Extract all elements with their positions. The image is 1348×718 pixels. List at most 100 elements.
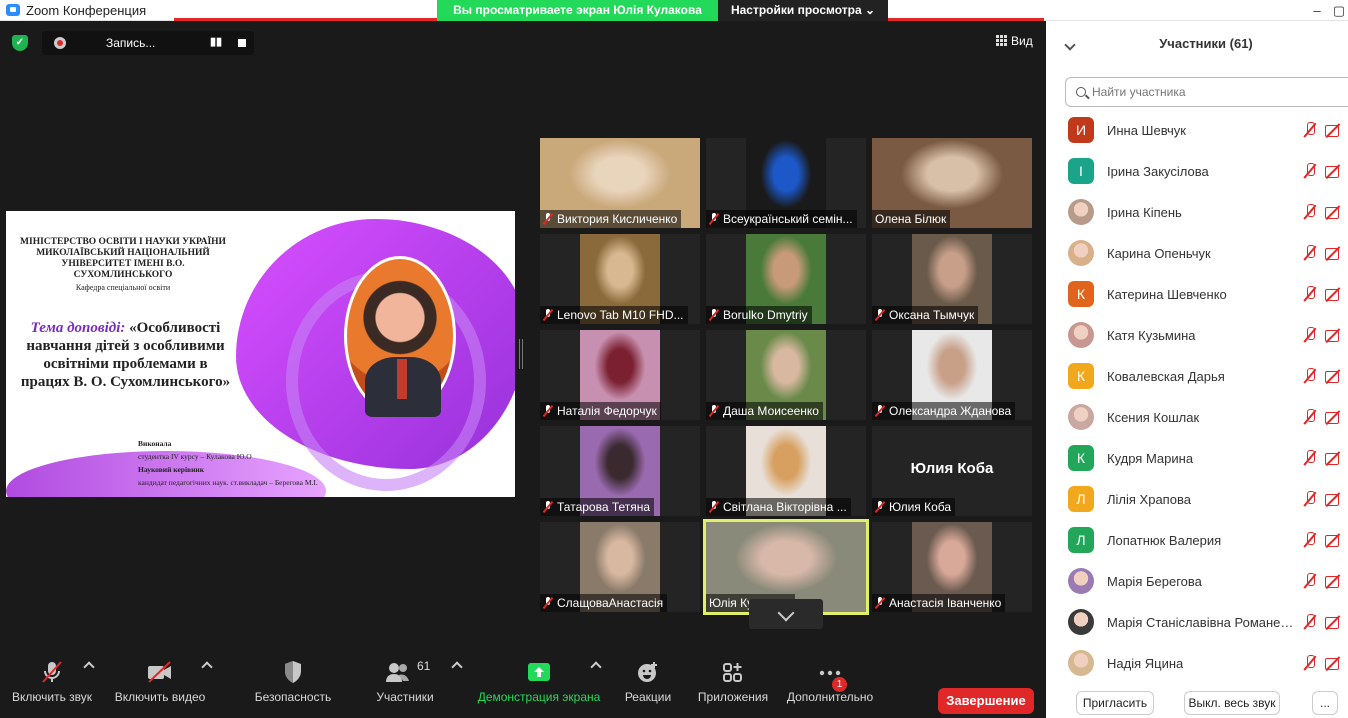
reactions-button[interactable]: Реакции: [620, 660, 676, 704]
participant-row[interactable]: Л Лілія Храпова: [1046, 484, 1348, 524]
mic-muted-icon: [1303, 532, 1317, 548]
mic-muted-icon: [875, 597, 885, 609]
participant-video-tile[interactable]: Олександра Жданова: [872, 330, 1032, 420]
participant-name-bar: Lenovo Tab M10 FHD...: [540, 306, 688, 324]
participant-name-placeholder: Юлия Коба: [910, 460, 994, 477]
view-button[interactable]: Вид: [996, 34, 1033, 48]
encryption-shield-icon[interactable]: ✓: [12, 35, 28, 51]
participant-name: Ксения Кошлак: [1107, 410, 1200, 425]
participant-video-tile[interactable]: Анастасія Іванченко: [872, 522, 1032, 612]
participant-row[interactable]: Л Лопатнюк Валерия: [1046, 525, 1348, 565]
participant-name-bar: Всеукраїнський семін...: [706, 210, 857, 228]
mic-muted-icon: [1303, 163, 1317, 179]
more-label: Дополнительно: [786, 690, 874, 704]
share-screen-button[interactable]: Демонстрация экрана: [472, 660, 606, 704]
share-screen-label: Демонстрация экрана: [477, 690, 601, 704]
split-handle[interactable]: [519, 339, 523, 369]
slide-topic: Тема доповіді: «Особливості навчання діт…: [18, 319, 233, 391]
zoom-logo-icon: [6, 4, 20, 16]
zoom-window: Zoom Конференция Вы просматриваете экран…: [0, 0, 1348, 718]
participant-row[interactable]: К Ковалевская Дарья: [1046, 361, 1348, 401]
start-video-button[interactable]: Включить видео: [112, 660, 208, 704]
camera-off-icon: [1325, 574, 1343, 588]
participant-video-tile[interactable]: Олена Білюк: [872, 138, 1032, 228]
participant-row[interactable]: І Ірина Закусілова: [1046, 156, 1348, 196]
security-button[interactable]: Безопасность: [250, 660, 336, 704]
mic-muted-icon: [709, 309, 719, 321]
view-label: Вид: [1011, 34, 1033, 48]
more-button[interactable]: Дополнительно: [784, 660, 876, 704]
participant-row[interactable]: Ксения Кошлак: [1046, 402, 1348, 442]
search-icon: [1076, 87, 1086, 97]
participant-video-tile[interactable]: Виктория Кисличенко: [540, 138, 700, 228]
avatar: [1068, 199, 1094, 225]
stop-recording-icon[interactable]: [238, 39, 246, 47]
window-title: Zoom Конференция: [26, 3, 147, 18]
apps-button[interactable]: Приложения: [692, 660, 774, 704]
participant-row[interactable]: К Катерина Шевченко: [1046, 279, 1348, 319]
portrait-image: [344, 256, 456, 417]
search-input[interactable]: [1092, 83, 1342, 101]
panel-more-button[interactable]: ...: [1312, 691, 1338, 715]
participant-video-tile[interactable]: Даша Моисеенко: [706, 330, 866, 420]
participant-row[interactable]: Ірина Кіпень: [1046, 197, 1348, 237]
mic-muted-icon: [543, 309, 553, 321]
by-value: студентка IV курсу – Кулакова Ю.О: [138, 452, 252, 461]
mic-muted-icon: [709, 405, 719, 417]
participant-name: Лілія Храпова: [1107, 492, 1191, 507]
participant-video-tile[interactable]: Всеукраїнський семін...: [706, 138, 866, 228]
mic-muted-icon: [1303, 122, 1317, 138]
participant-video-tile[interactable]: Lenovo Tab M10 FHD...: [540, 234, 700, 324]
participant-video-tile[interactable]: Наталія Федорчук: [540, 330, 700, 420]
invite-button[interactable]: Пригласить: [1076, 691, 1154, 715]
participants-label: Участники: [376, 690, 434, 704]
participant-row[interactable]: Марія Берегова: [1046, 566, 1348, 606]
participant-name: Всеукраїнський семін...: [723, 212, 853, 226]
participant-row[interactable]: Катя Кузьмина: [1046, 320, 1348, 360]
mic-muted-icon: [1303, 245, 1317, 261]
participants-button[interactable]: 61 Участники: [368, 659, 442, 704]
maximize-icon[interactable]: ▢: [1332, 3, 1346, 19]
shield-icon: [283, 660, 303, 684]
mic-muted-icon: [1303, 450, 1317, 466]
participant-name-bar: Оксана Тымчук: [872, 306, 979, 324]
participant-name: Наталія Федорчук: [557, 404, 657, 418]
gallery-next-page-button[interactable]: [749, 599, 823, 629]
end-meeting-button[interactable]: Завершение: [938, 688, 1034, 714]
minimize-icon[interactable]: –: [1310, 3, 1324, 18]
participant-video-tile[interactable]: Світлана Вікторівна ...: [706, 426, 866, 516]
avatar: [1068, 404, 1094, 430]
participant-name: Даша Моисеенко: [723, 404, 819, 418]
mic-muted-icon: [1303, 655, 1317, 671]
camera-off-icon: [1325, 369, 1343, 383]
by-label: Виконала: [138, 439, 172, 448]
participant-name: Олена Білюк: [875, 212, 947, 226]
participant-video-tile[interactable]: Borulko Dmytriy: [706, 234, 866, 324]
participant-video-tile[interactable]: Татарова Тетяна: [540, 426, 700, 516]
participant-search[interactable]: [1065, 77, 1348, 107]
pause-recording-icon[interactable]: ▮▮: [210, 35, 222, 48]
participant-video-tile[interactable]: СлащоваАнастасія: [540, 522, 700, 612]
participant-name-bar: Юлия Коба: [872, 498, 956, 516]
participant-name: Ірина Кіпень: [1107, 205, 1182, 220]
avatar: [1068, 609, 1094, 635]
participant-video-tile[interactable]: Оксана Тымчук: [872, 234, 1032, 324]
topic-label: Тема доповіді:: [30, 320, 126, 336]
participant-row[interactable]: И Инна Шевчук: [1046, 115, 1348, 155]
slide-header: МІНІСТЕРСТВО ОСВІТИ І НАУКИ УКРАЇНИ МИКО…: [20, 237, 226, 280]
participant-name: Катя Кузьмина: [1107, 328, 1196, 343]
mute-all-button[interactable]: Выкл. весь звук: [1184, 691, 1280, 715]
participant-name-bar: Наталія Федорчук: [540, 402, 661, 420]
avatar: К: [1068, 363, 1094, 389]
participant-row[interactable]: Надія Яцина: [1046, 648, 1348, 688]
participant-row[interactable]: К Кудря Марина: [1046, 443, 1348, 483]
advisor-value: кандидат педагогічних наук. ст.викладач …: [138, 478, 318, 487]
participant-row[interactable]: Карина Опеньчук: [1046, 238, 1348, 278]
participant-video-tile[interactable]: Юлия Коба Юлия Коба: [872, 426, 1032, 516]
participant-name: Borulko Dmytriy: [723, 308, 808, 322]
participant-row[interactable]: Марія Станіславівна Романен...: [1046, 607, 1348, 647]
participant-name: Карина Опеньчук: [1107, 246, 1211, 261]
view-settings-button[interactable]: Настройки просмотра ⌄: [718, 0, 888, 21]
mic-muted-icon: [1303, 286, 1317, 302]
mic-muted-icon: [543, 597, 553, 609]
